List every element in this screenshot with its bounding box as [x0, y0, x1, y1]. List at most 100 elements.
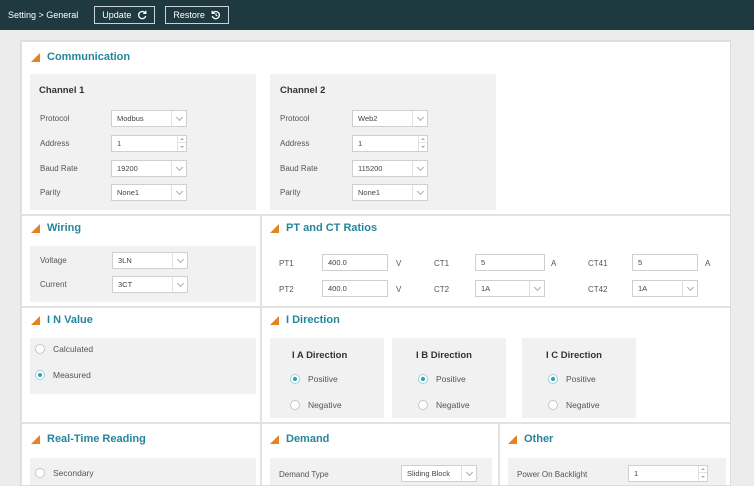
- ic-direction-title: I C Direction: [546, 350, 602, 361]
- ct1-input[interactable]: 5: [475, 254, 545, 271]
- demand-panel: Demand Type Sliding Block: [270, 458, 492, 485]
- backlight-stepper[interactable]: 1: [628, 465, 708, 482]
- wiring-section: Wiring Voltage 3LN Current 3CT: [21, 215, 261, 307]
- current-select[interactable]: 3CT: [112, 276, 188, 293]
- in-value-panel: Calculated Measured: [30, 338, 256, 394]
- section-marker-icon: [31, 434, 40, 444]
- realtime-secondary-radio[interactable]: Secondary: [35, 468, 94, 478]
- ic-positive-radio[interactable]: Positive: [548, 374, 596, 384]
- radio-checked-icon: [548, 374, 558, 384]
- realtime-panel: Secondary: [30, 458, 256, 485]
- pt1-unit: V: [396, 259, 402, 268]
- stepper-arrows-icon[interactable]: [418, 136, 427, 151]
- radio-unchecked-icon: [418, 400, 428, 410]
- communication-section: Communication Channel 1 Protocol Modbus …: [21, 41, 730, 215]
- in-calculated-label: Calculated: [53, 344, 94, 354]
- ct2-label: CT2: [434, 285, 450, 294]
- ct1-label: CT1: [434, 259, 450, 268]
- ia-direction-panel: I A Direction Positive Negative: [270, 338, 384, 418]
- channel1-protocol-select[interactable]: Modbus: [111, 110, 187, 127]
- channel2-protocol-select[interactable]: Web2: [352, 110, 428, 127]
- channel2-address-label: Address: [280, 139, 310, 148]
- section-marker-icon: [508, 434, 517, 444]
- voltage-select[interactable]: 3LN: [112, 252, 188, 269]
- stepper-arrows-icon[interactable]: [177, 136, 186, 151]
- section-marker-icon: [31, 223, 40, 233]
- radio-checked-icon: [418, 374, 428, 384]
- in-measured-radio[interactable]: Measured: [35, 370, 91, 380]
- ia-direction-title: I A Direction: [292, 350, 348, 361]
- radio-checked-icon: [290, 374, 300, 384]
- ib-positive-radio[interactable]: Positive: [418, 374, 466, 384]
- ct42-value: 1A: [638, 284, 648, 293]
- i-direction-header: I Direction: [262, 308, 730, 332]
- restore-label: Restore: [173, 10, 205, 20]
- update-button[interactable]: Update: [94, 6, 156, 24]
- stepper-arrows-icon[interactable]: [698, 466, 707, 481]
- channel2-title: Channel 2: [280, 85, 326, 96]
- demand-type-label: Demand Type: [279, 470, 329, 479]
- channel1-baud-value: 19200: [117, 164, 138, 173]
- ct2-select[interactable]: 1A: [475, 280, 545, 297]
- channel1-address-stepper[interactable]: 1: [111, 135, 187, 152]
- ia-negative-radio[interactable]: Negative: [290, 400, 342, 410]
- pt2-label: PT2: [279, 285, 294, 294]
- demand-type-value: Sliding Block: [407, 469, 450, 478]
- ib-negative-radio[interactable]: Negative: [418, 400, 470, 410]
- chevron-down-icon: [529, 281, 544, 296]
- section-marker-icon: [270, 434, 279, 444]
- restore-button[interactable]: Restore: [165, 6, 229, 24]
- ic-direction-panel: I C Direction Positive Negative: [522, 338, 636, 418]
- pt1-label: PT1: [279, 259, 294, 268]
- ic-negative-radio[interactable]: Negative: [548, 400, 600, 410]
- demand-type-select[interactable]: Sliding Block: [401, 465, 477, 482]
- channel1-panel: Channel 1 Protocol Modbus Address 1 Baud…: [30, 74, 256, 210]
- pt-ct-section: PT and CT Ratios PT1 400.0 V CT1 5 A CT4…: [261, 215, 730, 307]
- channel1-baud-select[interactable]: 19200: [111, 160, 187, 177]
- channel2-parity-select[interactable]: None1: [352, 184, 428, 201]
- channel2-address-stepper[interactable]: 1: [352, 135, 428, 152]
- ia-positive-radio[interactable]: Positive: [290, 374, 338, 384]
- channel1-parity-value: None1: [117, 188, 140, 197]
- other-panel: Power On Backlight 1: [508, 458, 726, 485]
- breadcrumb: Setting > General: [8, 10, 79, 20]
- pt1-value: 400.0: [328, 258, 347, 267]
- in-value-header: I N Value: [22, 308, 260, 332]
- i-direction-title: I Direction: [286, 314, 340, 326]
- chevron-down-icon: [171, 111, 186, 126]
- pt1-input[interactable]: 400.0: [322, 254, 388, 271]
- chevron-down-icon: [461, 466, 476, 481]
- chevron-down-icon: [412, 161, 427, 176]
- channel1-address-label: Address: [40, 139, 70, 148]
- pt2-unit: V: [396, 285, 402, 294]
- pt2-value: 400.0: [328, 284, 347, 293]
- top-bar: Setting > General Update Restore: [0, 0, 754, 30]
- update-label: Update: [102, 10, 132, 20]
- in-calculated-radio[interactable]: Calculated: [35, 344, 93, 354]
- channel1-parity-select[interactable]: None1: [111, 184, 187, 201]
- pt-ct-title: PT and CT Ratios: [286, 222, 378, 234]
- ct42-label: CT42: [588, 285, 608, 294]
- channel2-baud-value: 115200: [358, 164, 383, 173]
- ct41-input[interactable]: 5: [632, 254, 698, 271]
- channel2-baud-select[interactable]: 115200: [352, 160, 428, 177]
- ic-positive-label: Positive: [566, 374, 596, 384]
- ib-direction-title: I B Direction: [416, 350, 472, 361]
- realtime-header: Real-Time Reading: [22, 424, 260, 454]
- channel1-parity-label: Parity: [40, 188, 61, 197]
- wiring-title: Wiring: [47, 222, 82, 234]
- refresh-icon: [138, 10, 147, 20]
- wiring-header: Wiring: [22, 216, 260, 240]
- channel2-protocol-value: Web2: [358, 114, 378, 123]
- ct42-select[interactable]: 1A: [632, 280, 698, 297]
- radio-checked-icon: [35, 370, 45, 380]
- pt2-input[interactable]: 400.0: [322, 280, 388, 297]
- channel1-protocol-label: Protocol: [40, 114, 70, 123]
- ct1-unit: A: [551, 259, 557, 268]
- voltage-label: Voltage: [40, 256, 67, 265]
- ct2-value: 1A: [481, 284, 491, 293]
- channel2-parity-label: Parity: [280, 188, 301, 197]
- section-marker-icon: [270, 315, 279, 325]
- wiring-panel: Voltage 3LN Current 3CT: [30, 246, 256, 302]
- chevron-down-icon: [412, 185, 427, 200]
